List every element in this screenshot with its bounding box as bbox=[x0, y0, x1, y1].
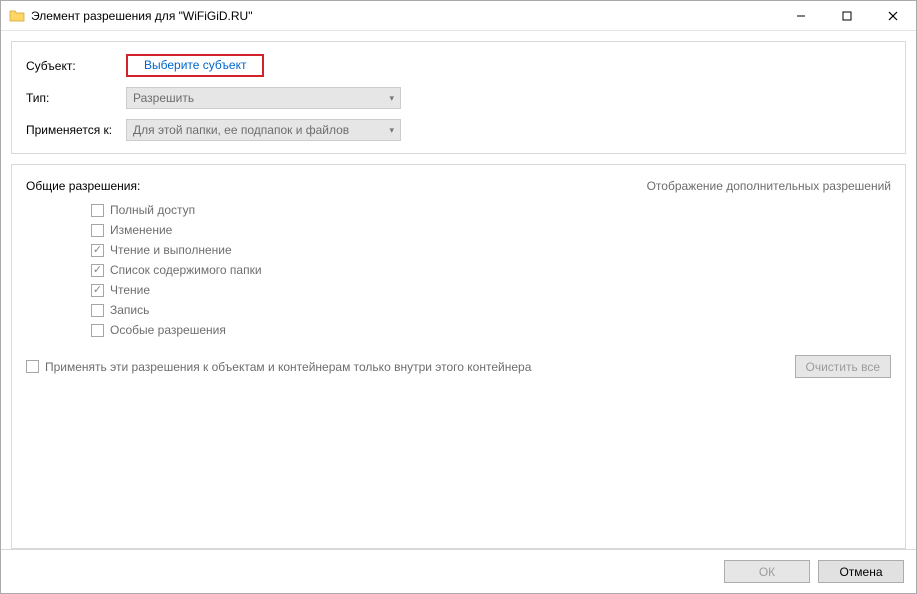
permission-label: Чтение bbox=[110, 283, 150, 297]
folder-icon bbox=[9, 8, 25, 24]
chevron-down-icon: ▾ bbox=[389, 125, 394, 136]
applies-to-select[interactable]: Для этой папки, ее подпапок и файлов ▾ bbox=[126, 119, 401, 141]
checkbox-icon bbox=[26, 360, 39, 373]
permission-checkbox[interactable]: Особые разрешения bbox=[91, 323, 891, 337]
principal-panel: Субъект: Выберите субъект Тип: Разрешить… bbox=[11, 41, 906, 154]
select-subject-highlight: Выберите субъект bbox=[126, 54, 264, 77]
apply-only-label: Применять эти разрешения к объектам и ко… bbox=[45, 360, 531, 374]
subject-label: Субъект: bbox=[26, 59, 126, 73]
type-select[interactable]: Разрешить ▾ bbox=[126, 87, 401, 109]
permission-label: Список содержимого папки bbox=[110, 263, 262, 277]
permission-checkbox[interactable]: Изменение bbox=[91, 223, 891, 237]
window-title: Элемент разрешения для "WiFiGiD.RU" bbox=[31, 9, 778, 23]
permission-label: Изменение bbox=[110, 223, 172, 237]
permission-checkbox[interactable]: Чтение bbox=[91, 283, 891, 297]
ok-button[interactable]: ОК bbox=[724, 560, 810, 583]
titlebar: Элемент разрешения для "WiFiGiD.RU" bbox=[1, 1, 916, 31]
permission-entry-window: Элемент разрешения для "WiFiGiD.RU" Субъ… bbox=[0, 0, 917, 594]
select-subject-link[interactable]: Выберите субъект bbox=[138, 56, 252, 74]
checkbox-icon bbox=[91, 224, 104, 237]
permissions-list: Полный доступ Изменение Чтение и выполнени… bbox=[26, 203, 891, 337]
checkbox-icon bbox=[91, 284, 104, 297]
clear-all-button[interactable]: Очистить все bbox=[795, 355, 891, 378]
type-label: Тип: bbox=[26, 91, 126, 105]
checkbox-icon bbox=[91, 264, 104, 277]
minimize-button[interactable] bbox=[778, 1, 824, 31]
permission-label: Особые разрешения bbox=[110, 323, 226, 337]
applies-to-value: Для этой папки, ее подпапок и файлов bbox=[133, 123, 349, 137]
checkbox-icon bbox=[91, 324, 104, 337]
permission-label: Полный доступ bbox=[110, 203, 195, 217]
permission-checkbox[interactable]: Полный доступ bbox=[91, 203, 891, 217]
close-button[interactable] bbox=[870, 1, 916, 31]
show-advanced-permissions-link[interactable]: Отображение дополнительных разрешений bbox=[647, 179, 891, 193]
apply-only-within-checkbox[interactable]: Применять эти разрешения к объектам и ко… bbox=[26, 360, 531, 374]
checkbox-icon bbox=[91, 244, 104, 257]
cancel-button[interactable]: Отмена bbox=[818, 560, 904, 583]
window-controls bbox=[778, 1, 916, 31]
permission-checkbox[interactable]: Список содержимого папки bbox=[91, 263, 891, 277]
basic-permissions-label: Общие разрешения: bbox=[26, 179, 140, 193]
maximize-button[interactable] bbox=[824, 1, 870, 31]
permission-label: Чтение и выполнение bbox=[110, 243, 232, 257]
checkbox-icon bbox=[91, 304, 104, 317]
permission-label: Запись bbox=[110, 303, 149, 317]
type-value: Разрешить bbox=[133, 91, 194, 105]
permissions-panel: Общие разрешения: Отображение дополнител… bbox=[11, 164, 906, 549]
checkbox-icon bbox=[91, 204, 104, 217]
chevron-down-icon: ▾ bbox=[389, 93, 394, 104]
permission-checkbox[interactable]: Чтение и выполнение bbox=[91, 243, 891, 257]
dialog-footer: ОК Отмена bbox=[1, 549, 916, 593]
content-area: Субъект: Выберите субъект Тип: Разрешить… bbox=[1, 31, 916, 549]
permission-checkbox[interactable]: Запись bbox=[91, 303, 891, 317]
applies-to-label: Применяется к: bbox=[26, 123, 126, 137]
